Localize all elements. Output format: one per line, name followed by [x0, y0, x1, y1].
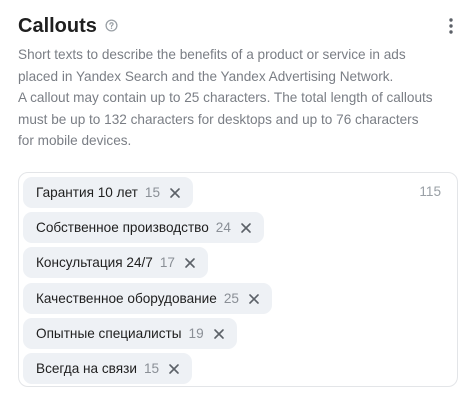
- description-line: for mobile devices.: [18, 133, 132, 148]
- callout-chip[interactable]: Консультация 24/7 17: [23, 247, 208, 278]
- callout-chip[interactable]: Всегда на связи 15: [23, 353, 193, 384]
- callout-text: Качественное оборудование: [36, 291, 217, 306]
- section-description: Short texts to describe the benefits of …: [18, 44, 464, 152]
- description-line: placed in Yandex Search and the Yandex A…: [18, 68, 394, 84]
- close-icon[interactable]: [240, 222, 252, 234]
- callout-char-count: 17: [159, 255, 175, 270]
- callout-text: Консультация 24/7: [36, 255, 153, 270]
- callout-chip[interactable]: Гарантия 10 лет 15: [23, 177, 194, 208]
- callout-char-count: 25: [223, 291, 239, 306]
- callout-chip[interactable]: Опытные специалисты 19: [23, 318, 237, 349]
- callout-chip[interactable]: Качественное оборудование 25: [23, 283, 272, 314]
- callout-char-count: 24: [215, 220, 231, 235]
- callout-text: Собственное производство: [36, 220, 209, 235]
- total-characters-counter: 115: [419, 184, 441, 199]
- callout-char-count: 15: [144, 185, 161, 200]
- question-circle-icon[interactable]: [105, 19, 118, 32]
- callout-char-count: 15: [143, 361, 160, 376]
- callout-text: Опытные специалисты: [36, 326, 182, 341]
- callouts-input[interactable]: 115 Гарантия 10 лет 15 Собственное произ…: [18, 172, 458, 387]
- close-icon[interactable]: [213, 328, 225, 340]
- callout-text: Всегда на связи: [36, 361, 137, 376]
- close-icon[interactable]: [169, 187, 181, 199]
- close-icon[interactable]: [168, 363, 180, 375]
- description-line: Short texts to describe the benefits of …: [18, 47, 406, 62]
- close-icon[interactable]: [248, 293, 260, 305]
- close-icon[interactable]: [184, 257, 196, 269]
- vertical-ellipsis-icon[interactable]: [448, 17, 454, 35]
- section-header: Callouts: [18, 14, 458, 38]
- description-line: A callout may contain up to 25 character…: [18, 90, 433, 105]
- callout-text: Гарантия 10 лет: [36, 185, 138, 200]
- callout-chip[interactable]: Собственное производство 24: [23, 212, 264, 243]
- description-line: must be up to 132 characters for desktop…: [18, 111, 419, 127]
- section-title: Callouts: [18, 15, 97, 37]
- callout-char-count: 19: [188, 326, 204, 341]
